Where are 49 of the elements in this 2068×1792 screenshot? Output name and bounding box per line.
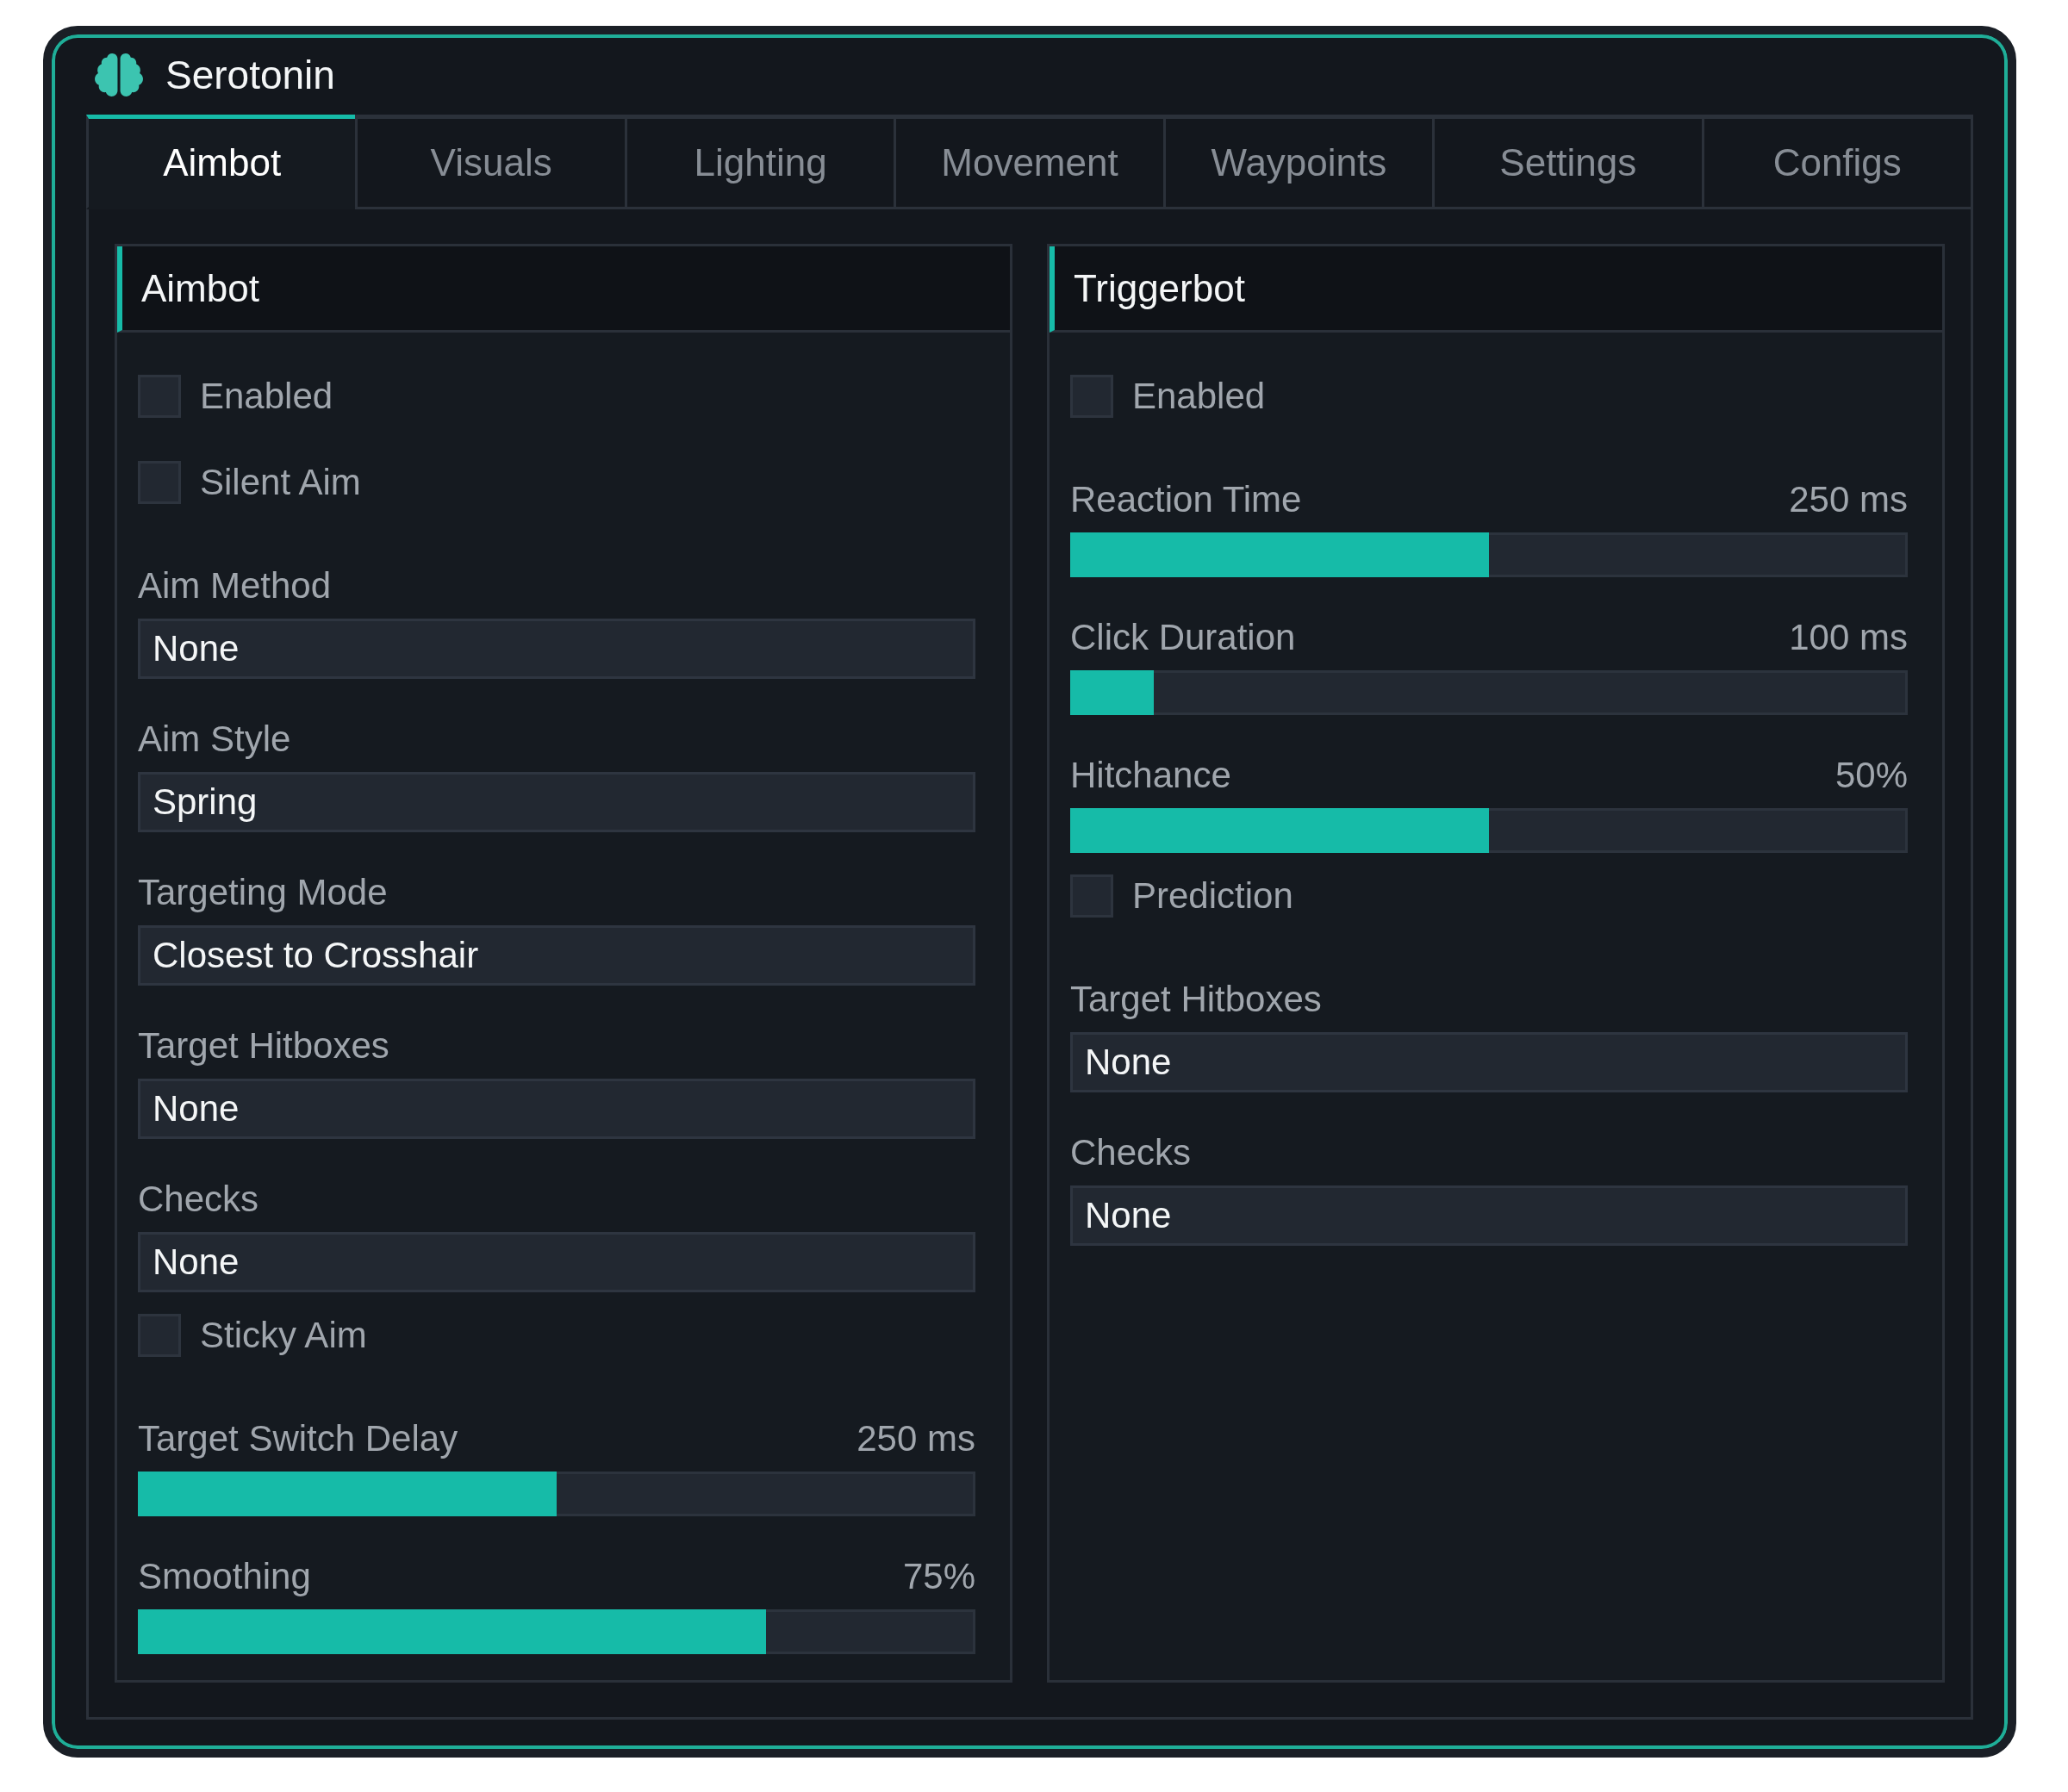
tab[interactable]: Movement: [894, 115, 1163, 209]
dropdown[interactable]: None: [138, 1232, 975, 1292]
tab[interactable]: Visuals: [355, 115, 625, 209]
dropdown[interactable]: None: [1070, 1032, 1908, 1092]
tab[interactable]: Aimbot: [86, 115, 356, 209]
slider-value: 250 ms: [1789, 479, 1908, 520]
field-label: Target Hitboxes: [138, 1025, 390, 1067]
slider-track[interactable]: [1070, 808, 1908, 853]
checkbox[interactable]: [138, 1314, 181, 1357]
field-label: Targeting Mode: [138, 872, 389, 913]
checkbox-label: Enabled: [200, 376, 333, 417]
checkbox-label: Silent Aim: [200, 462, 361, 503]
dropdown[interactable]: None: [138, 619, 975, 679]
checkbox[interactable]: [138, 461, 181, 504]
dropdown[interactable]: None: [1070, 1185, 1908, 1246]
slider-track[interactable]: [1070, 670, 1908, 715]
slider-label: Reaction Time: [1070, 479, 1302, 520]
dropdown[interactable]: None: [138, 1079, 975, 1139]
tab[interactable]: Waypoints: [1162, 115, 1433, 209]
tab[interactable]: Lighting: [624, 115, 894, 209]
slider-value: 100 ms: [1789, 617, 1908, 658]
field-label: Checks: [1070, 1132, 1193, 1173]
field-label: Target Hitboxes: [1070, 979, 1323, 1020]
dropdown[interactable]: Spring: [138, 772, 975, 832]
checkbox-label: Enabled: [1132, 376, 1266, 417]
tab[interactable]: Configs: [1701, 115, 1971, 209]
window-title: Serotonin: [165, 51, 335, 98]
slider-track[interactable]: [1070, 532, 1908, 577]
tab[interactable]: Settings: [1432, 115, 1702, 209]
slider-label: Click Duration: [1070, 617, 1296, 658]
panel-title: Triggerbot: [1074, 266, 1245, 310]
slider-value: 75%: [902, 1556, 975, 1597]
slider-label: Smoothing: [138, 1556, 311, 1597]
checkbox[interactable]: [1070, 375, 1113, 418]
panel-title: Aimbot: [141, 266, 259, 310]
checkbox-label: Sticky Aim: [200, 1315, 367, 1356]
slider-value: 250 ms: [856, 1418, 975, 1459]
field-label: Checks: [138, 1179, 260, 1220]
field-label: Aim Style: [138, 719, 292, 760]
slider-label: Target Switch Delay: [138, 1418, 458, 1459]
slider-track[interactable]: [138, 1472, 975, 1516]
checkbox-label: Prediction: [1132, 875, 1293, 917]
field-label: Aim Method: [138, 565, 333, 607]
slider-value: 50%: [1834, 755, 1908, 796]
dropdown[interactable]: Closest to Crosshair: [138, 925, 975, 986]
slider-label: Hitchance: [1070, 755, 1231, 796]
slider-track[interactable]: [138, 1609, 975, 1654]
checkbox[interactable]: [138, 375, 181, 418]
checkbox[interactable]: [1070, 874, 1113, 918]
